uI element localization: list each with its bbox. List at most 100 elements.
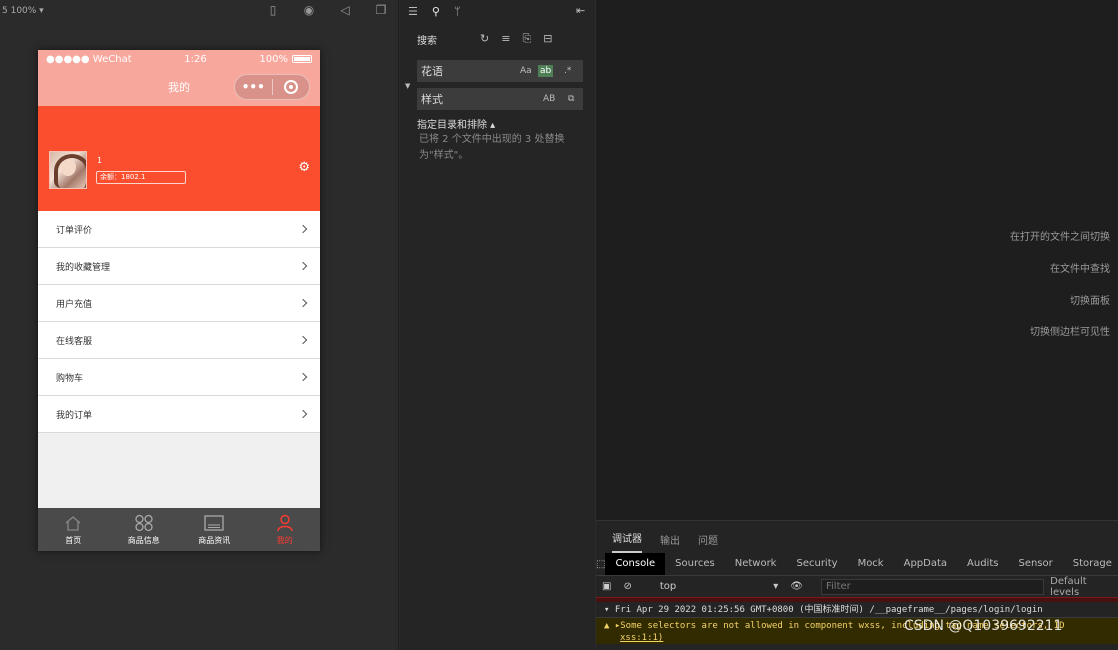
username: 1 xyxy=(97,156,103,165)
menu-item-my-orders[interactable]: 我的订单 xyxy=(38,396,320,433)
search-query: 花语 xyxy=(421,65,443,78)
search-icon[interactable]: ⚲ xyxy=(432,5,440,18)
replace-value: 样式 xyxy=(421,93,443,106)
chevron-down-icon: ▾ xyxy=(773,581,779,592)
balance-badge: 余额：1802.1 xyxy=(96,171,186,184)
tab-network[interactable]: Network xyxy=(725,553,787,575)
tab-problems[interactable]: 问题 xyxy=(698,532,718,553)
devtools-panel: 调试器 输出 问题 ⬚ Console Sources Network Secu… xyxy=(596,520,1118,650)
match-whole-word-toggle[interactable]: ab xyxy=(538,65,554,77)
tab-security[interactable]: Security xyxy=(786,553,847,575)
console-filter-input[interactable]: Filter xyxy=(821,578,1045,595)
tab-label: 商品信息 xyxy=(127,536,160,545)
grid-icon xyxy=(134,513,154,533)
chevron-right-icon xyxy=(298,298,308,308)
simulator-toolbar: 5 100% ▾ ▯ ◉ ◁ ❐ xyxy=(0,0,398,22)
more-menu-button[interactable]: ••• xyxy=(235,80,272,94)
tab-label: 首页 xyxy=(65,536,82,545)
zoom-select[interactable]: 5 100% ▾ xyxy=(2,6,62,16)
tab-label: 商品资讯 xyxy=(198,536,231,545)
tab-appdata[interactable]: AppData xyxy=(894,553,957,575)
hint-toggle-panel: 切换面板 xyxy=(1070,296,1110,307)
tab-storage[interactable]: Storage xyxy=(1063,553,1118,575)
clear-results-icon[interactable]: ≡ xyxy=(501,32,510,46)
explorer-icon[interactable]: ☰ xyxy=(408,5,418,18)
preserve-case-toggle[interactable]: AB xyxy=(543,94,555,104)
tab-sensor[interactable]: Sensor xyxy=(1008,553,1062,575)
log-group-header[interactable]: ▾ Fri Apr 29 2022 01:25:56 GMT+0800 (中国标… xyxy=(596,602,1118,618)
simulator-toolbar-icons: ▯ ◉ ◁ ❐ xyxy=(265,2,389,18)
settings-gear-icon[interactable]: ⚙ xyxy=(298,160,310,175)
collapse-panel-icon[interactable]: ⇤ xyxy=(576,4,585,17)
search-title: 搜索 xyxy=(417,36,437,47)
phone-status-bar: ●●●●● WeChat 1:26 100% xyxy=(38,50,320,68)
collapse-all-icon[interactable]: ⊟ xyxy=(543,32,552,46)
chevron-right-icon xyxy=(298,224,308,234)
chevron-right-icon xyxy=(298,372,308,382)
sidebar-toggle-icon[interactable]: ▣ xyxy=(602,581,611,592)
menu-item-label: 在线客服 xyxy=(56,336,93,347)
tab-output[interactable]: 输出 xyxy=(660,532,680,553)
close-mini-program-button[interactable] xyxy=(272,80,309,94)
chevron-right-icon xyxy=(298,335,308,345)
search-input[interactable]: 花语 Aa ab .* xyxy=(417,60,583,82)
news-icon xyxy=(204,513,224,533)
menu-item-favorites[interactable]: 我的收藏管理 xyxy=(38,248,320,285)
new-search-editor-icon[interactable]: ⎘ xyxy=(522,32,531,46)
ide-window: 5 100% ▾ ▯ ◉ ◁ ❐ ●●●●● WeChat 1:26 100% … xyxy=(0,0,1118,650)
clock-label: 1:26 xyxy=(184,53,207,65)
tab-bar: 首页 商品信息 商品资讯 我的 xyxy=(38,508,320,551)
battery-icon xyxy=(291,54,312,63)
avatar[interactable] xyxy=(49,151,87,189)
hint-find-in-files: 在文件中查找 xyxy=(1050,264,1110,275)
battery-label: 100% xyxy=(259,53,288,65)
context-value: top xyxy=(659,581,677,592)
record-icon[interactable]: ◉ xyxy=(301,2,317,18)
home-icon xyxy=(64,513,82,533)
target-icon xyxy=(283,80,298,94)
carrier-label: ●●●●● WeChat xyxy=(46,53,132,65)
regex-toggle[interactable]: .* xyxy=(564,66,571,76)
tab-audits[interactable]: Audits xyxy=(957,553,1008,575)
match-case-toggle[interactable]: Aa xyxy=(520,66,532,76)
tab-mine[interactable]: 我的 xyxy=(250,508,321,551)
tab-label: 我的 xyxy=(276,536,293,545)
battery-indicator: 100% xyxy=(259,54,312,65)
simulator-pane: 5 100% ▾ ▯ ◉ ◁ ❐ ●●●●● WeChat 1:26 100% … xyxy=(0,0,399,650)
phone-screen: ●●●●● WeChat 1:26 100% 我的 ••• 1 余额：1802.… xyxy=(38,50,320,551)
source-control-icon[interactable]: ᛘ xyxy=(454,5,461,18)
replace-toggle-icon[interactable]: ▼ xyxy=(405,82,410,90)
menu-item-cart[interactable]: 购物车 xyxy=(38,359,320,396)
menu-item-label: 购物车 xyxy=(56,373,84,384)
tab-console[interactable]: Console xyxy=(605,553,666,575)
log-levels-select[interactable]: Default levels xyxy=(1050,576,1118,598)
menu-item-order-review[interactable]: 订单评价 xyxy=(38,211,320,248)
include-exclude-toggle[interactable]: 指定目录和排除 ▴ xyxy=(417,116,495,131)
tab-products[interactable]: 商品信息 xyxy=(109,508,180,551)
device-icon[interactable]: ▯ xyxy=(265,2,281,18)
sound-icon[interactable]: ◁ xyxy=(337,2,353,18)
tab-home[interactable]: 首页 xyxy=(38,508,109,551)
tab-debugger[interactable]: 调试器 xyxy=(612,530,642,553)
replace-all-icon[interactable]: ⧉ xyxy=(568,94,574,104)
warning-log-entry[interactable]: ▲ ▸Some selectors are not allowed in com… xyxy=(596,618,1118,644)
menu-list: 订单评价 我的收藏管理 用户充值 在线客服 购物车 我的订单 xyxy=(38,211,320,433)
replace-input[interactable]: 样式 AB ⧉ xyxy=(417,88,583,110)
tab-sources[interactable]: Sources xyxy=(665,553,725,575)
context-select[interactable]: top ▾ xyxy=(660,581,778,592)
refresh-icon[interactable]: ↻ xyxy=(480,32,489,46)
devtools-tabs: 调试器 输出 问题 xyxy=(596,521,1118,553)
tab-mock[interactable]: Mock xyxy=(848,553,894,575)
clear-console-icon[interactable]: ⊘ xyxy=(623,581,631,592)
watermark: CSDN @Q1039692211 xyxy=(904,618,1063,634)
window-icon[interactable]: ❐ xyxy=(373,2,389,18)
menu-item-recharge[interactable]: 用户充值 xyxy=(38,285,320,322)
inspect-element-icon[interactable]: ⬚ xyxy=(596,559,605,570)
chevron-right-icon xyxy=(298,409,308,419)
console-toolbar: ▣ ⊘ top ▾ 👁 Filter Default levels xyxy=(596,575,1118,598)
menu-item-label: 订单评价 xyxy=(56,225,93,236)
tab-news[interactable]: 商品资讯 xyxy=(179,508,250,551)
search-result-message: 已将 2 个文件中出现的 3 处替换为"样式"。 xyxy=(419,134,565,161)
menu-item-customer-service[interactable]: 在线客服 xyxy=(38,322,320,359)
eye-icon[interactable]: 👁 xyxy=(790,581,803,592)
